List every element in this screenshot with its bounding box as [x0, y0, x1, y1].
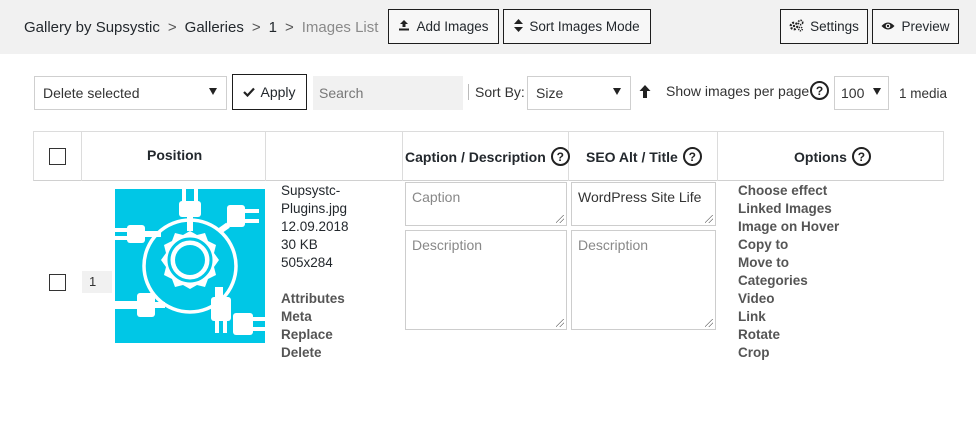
bulk-action-value: Delete selected	[43, 85, 140, 101]
sort-images-mode-button[interactable]: Sort Images Mode	[503, 9, 651, 44]
breadcrumb-galleries[interactable]: Galleries	[185, 19, 244, 36]
file-dimensions: 505x284	[281, 255, 333, 270]
sort-by-label: Sort By:	[475, 84, 525, 100]
image-on-hover-link[interactable]: Image on Hover	[738, 218, 839, 236]
resize-grip-icon[interactable]	[556, 215, 564, 223]
position-header: Position	[147, 147, 202, 163]
sort-direction-arrow-up-icon[interactable]	[639, 85, 651, 101]
per-page-label: Show images per page	[666, 83, 810, 99]
delete-link[interactable]: Delete	[281, 344, 349, 362]
chevron-down-icon	[873, 88, 881, 95]
breadcrumb: Gallery by Supsystic > Galleries >1 > Images …	[24, 19, 378, 36]
choose-effect-link[interactable]: Choose effect	[738, 182, 839, 200]
meta-link[interactable]: Meta	[281, 308, 349, 326]
seo-header: SEO Alt / Title?	[586, 147, 702, 166]
file-size: 30 KB	[281, 237, 318, 252]
file-name-line2: Plugins.jpg	[281, 201, 348, 216]
help-icon[interactable]: ?	[851, 147, 871, 166]
eye-icon	[881, 19, 895, 34]
video-link[interactable]: Video	[738, 290, 839, 308]
apply-button[interactable]: Apply	[232, 74, 307, 110]
position-header-label: Position	[147, 147, 203, 163]
checkmark-icon	[243, 84, 256, 100]
options-header: Options?	[794, 147, 871, 166]
move-to-link[interactable]: Move to	[738, 254, 839, 272]
crop-link[interactable]: Crop	[738, 344, 839, 362]
file-name-line1: Supsystc-	[281, 183, 341, 198]
categories-link[interactable]: Categories	[738, 272, 839, 290]
image-meta: Supsystc- Plugins.jpg 12.09.2018 30 KB 5…	[281, 182, 349, 362]
caption-header: Caption / Description?	[405, 147, 570, 166]
options-header-label: Options	[794, 148, 847, 165]
link-link[interactable]: Link	[738, 308, 839, 326]
breadcrumb-gallery-plugin[interactable]: Gallery by Supsystic	[24, 19, 160, 36]
preview-label: Preview	[901, 19, 950, 34]
row-checkbox[interactable]	[49, 274, 66, 291]
file-date: 12.09.2018	[281, 219, 349, 234]
sort-by-value: Size	[536, 85, 564, 101]
per-page-select[interactable]: 100	[834, 76, 889, 110]
seo-header-label: SEO Alt / Title	[586, 148, 678, 165]
help-icon[interactable]: ?	[550, 147, 570, 166]
attributes-link[interactable]: Attributes	[281, 290, 349, 308]
column-divider	[81, 131, 82, 181]
settings-label: Settings	[810, 19, 859, 34]
rotate-link[interactable]: Rotate	[738, 326, 839, 344]
sort-images-mode-label: Sort Images Mode	[529, 19, 640, 34]
add-images-label: Add Images	[416, 19, 489, 34]
chevron-down-icon	[613, 88, 621, 95]
replace-link[interactable]: Replace	[281, 326, 349, 344]
image-thumbnail[interactable]	[115, 189, 265, 343]
gears-icon	[789, 18, 804, 35]
seo-title-value: WordPress Site Life	[578, 189, 702, 205]
seo-description-placeholder: Description	[578, 237, 649, 253]
preview-button[interactable]: Preview	[872, 9, 959, 44]
breadcrumb-separator: >	[251, 19, 261, 36]
description-field[interactable]: Description	[405, 230, 567, 330]
upload-icon	[398, 19, 410, 34]
seo-description-field[interactable]: Description	[571, 230, 716, 330]
breadcrumb-current: Images List	[301, 19, 379, 36]
caption-header-label: Caption / Description	[405, 148, 546, 165]
caption-field[interactable]: Caption	[405, 182, 567, 226]
search-input[interactable]	[313, 76, 463, 110]
select-all-checkbox[interactable]	[49, 148, 66, 165]
help-icon[interactable]: ?	[682, 147, 702, 166]
chevron-down-icon	[209, 88, 217, 95]
seo-title-field[interactable]: WordPress Site Life	[571, 182, 716, 226]
help-icon[interactable]: ?	[810, 81, 829, 100]
column-divider	[717, 131, 718, 181]
media-count: 1 media	[899, 86, 948, 101]
sort-icon	[514, 18, 524, 35]
options-list: Choose effect Linked Images Image on Hov…	[738, 182, 839, 362]
breadcrumb-gallery-id[interactable]: 1	[269, 19, 277, 36]
top-bar: Gallery by Supsystic > Galleries >1 > Images …	[0, 0, 976, 54]
add-images-button[interactable]: Add Images	[388, 9, 499, 44]
resize-grip-icon[interactable]	[705, 319, 713, 327]
caption-placeholder: Caption	[412, 189, 461, 205]
images-list-panel: Delete selected Apply Sort By: Size Show…	[0, 54, 976, 441]
copy-to-link[interactable]: Copy to	[738, 236, 839, 254]
divider	[468, 84, 469, 100]
apply-label: Apply	[260, 84, 296, 100]
linked-images-link[interactable]: Linked Images	[738, 200, 839, 218]
column-divider	[402, 131, 403, 181]
settings-button[interactable]: Settings	[780, 9, 868, 44]
column-divider	[265, 131, 266, 181]
breadcrumb-separator: >	[167, 19, 177, 36]
position-input[interactable]: 1	[82, 271, 112, 293]
sort-by-select[interactable]: Size	[527, 76, 631, 110]
description-placeholder: Description	[412, 237, 483, 253]
breadcrumb-separator: >	[284, 19, 294, 36]
bulk-action-select[interactable]: Delete selected	[34, 76, 227, 110]
per-page-value: 100	[841, 85, 865, 101]
resize-grip-icon[interactable]	[705, 215, 713, 223]
resize-grip-icon[interactable]	[556, 319, 564, 327]
